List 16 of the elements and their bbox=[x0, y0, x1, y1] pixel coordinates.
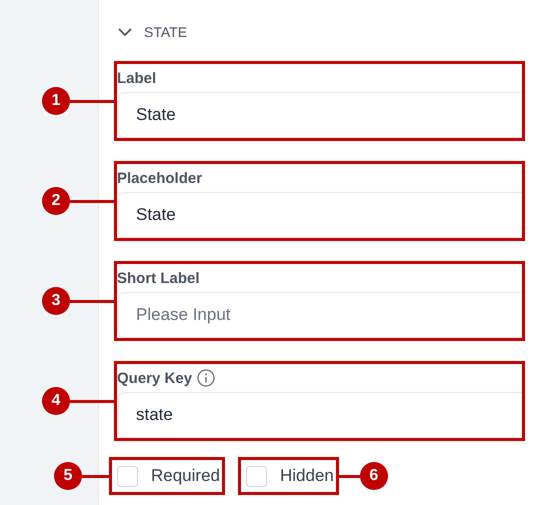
field-label: Placeholder bbox=[117, 170, 202, 186]
checkbox-label[interactable]: Required bbox=[151, 466, 220, 486]
input-field[interactable]: State bbox=[118, 92, 522, 138]
field-label: Short Label bbox=[117, 270, 200, 286]
input-field[interactable]: State bbox=[118, 192, 522, 238]
input-field[interactable]: state bbox=[118, 392, 522, 438]
info-icon[interactable] bbox=[197, 369, 216, 387]
checkbox[interactable] bbox=[117, 466, 138, 486]
field-label: Query Key bbox=[117, 370, 192, 386]
field-label: Label bbox=[117, 70, 156, 86]
input-field[interactable]: Please Input bbox=[118, 292, 522, 338]
checkbox-label[interactable]: Hidden bbox=[280, 466, 334, 486]
checkbox[interactable] bbox=[246, 466, 267, 486]
section-title: STATE bbox=[144, 24, 188, 40]
callout-number: 6 bbox=[360, 462, 388, 490]
chevron-down-icon[interactable] bbox=[118, 28, 132, 36]
